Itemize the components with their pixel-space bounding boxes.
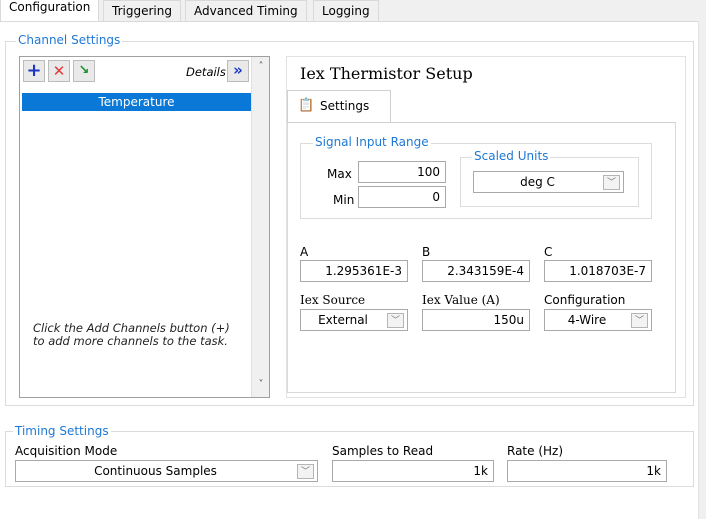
timing-settings-legend: Timing Settings — [13, 424, 111, 438]
add-channels-hint: Click the Add Channels button (+) to add… — [33, 321, 230, 348]
window-scrollbar[interactable] — [698, 21, 706, 519]
x-icon: ✕ — [52, 62, 66, 80]
move-channel-icon: ↘ — [78, 63, 90, 78]
chevron-down-icon[interactable]: ˅ — [255, 379, 267, 390]
coefficient-b-label: B — [422, 245, 431, 259]
signal-input-range-legend: Signal Input Range — [313, 135, 431, 149]
samples-to-read-input[interactable]: 1k — [332, 460, 494, 482]
setup-title: Iex Thermistor Setup — [300, 64, 473, 83]
iex-value-input[interactable]: 150u — [422, 309, 530, 331]
samples-to-read-label: Samples to Read — [332, 444, 434, 458]
acquisition-mode-value: Continuous Samples — [94, 464, 217, 478]
settings-icon: 📋 — [298, 98, 315, 113]
details-label: Details — [186, 65, 226, 79]
configuration-label: Configuration — [544, 293, 626, 307]
plus-icon: + — [26, 60, 42, 81]
configuration-value: 4-Wire — [567, 313, 607, 327]
acquisition-mode-label: Acquisition Mode — [15, 444, 118, 458]
chevron-up-icon[interactable]: ˄ — [255, 61, 267, 72]
tab-logging[interactable]: Logging — [313, 0, 379, 21]
details-button[interactable]: » — [227, 60, 249, 82]
chevron-down-icon[interactable]: ﹀ — [603, 175, 620, 190]
remove-channel-button[interactable]: ✕ — [48, 60, 70, 82]
coefficient-c-input[interactable]: 1.018703E-7 — [544, 260, 652, 282]
iex-value-label: Iex Value (A) — [422, 293, 500, 307]
tab-settings-label: Settings — [320, 99, 370, 113]
coefficient-b-input[interactable]: 2.343159E-4 — [422, 260, 530, 282]
scaled-units-legend: Scaled Units — [472, 149, 551, 163]
tab-triggering[interactable]: Triggering — [103, 0, 181, 21]
iex-source-value: External — [318, 313, 368, 327]
coefficient-a-label: A — [300, 245, 309, 259]
tab-settings[interactable]: 📋 Settings — [287, 90, 391, 123]
rate-input[interactable]: 1k — [507, 460, 667, 482]
max-input[interactable]: 100 — [358, 161, 446, 183]
min-input[interactable]: 0 — [358, 186, 446, 208]
rate-label: Rate (Hz) — [507, 444, 564, 458]
chevron-down-icon[interactable]: ﹀ — [631, 313, 648, 328]
channel-list-scrollbar[interactable]: ˄ ˅ — [251, 57, 269, 397]
move-channel-button[interactable]: ↘ — [73, 60, 95, 82]
tab-advanced-timing[interactable]: Advanced Timing — [185, 0, 307, 21]
coefficient-c-label: C — [544, 245, 553, 259]
chevron-down-icon[interactable]: ﹀ — [387, 313, 404, 328]
scaled-units-value: deg C — [520, 175, 555, 189]
max-label: Max — [327, 167, 352, 181]
tab-configuration[interactable]: Configuration — [0, 0, 100, 22]
channel-settings-legend: Channel Settings — [16, 33, 123, 47]
iex-source-select[interactable]: External ﹀ — [300, 309, 408, 331]
channel-list-item[interactable]: Temperature — [22, 93, 251, 111]
double-chevron-right-icon: » — [233, 61, 243, 79]
scaled-units-select[interactable]: deg C ﹀ — [473, 171, 624, 193]
channel-list[interactable]: + ✕ ↘ Details » Temperature Click the Ad… — [19, 56, 270, 398]
min-label: Min — [333, 193, 355, 207]
coefficient-a-input[interactable]: 1.295361E-3 — [300, 260, 408, 282]
iex-source-label: Iex Source — [300, 293, 366, 307]
configuration-select[interactable]: 4-Wire ﹀ — [544, 309, 652, 331]
chevron-down-icon[interactable]: ﹀ — [297, 464, 314, 479]
add-channel-button[interactable]: + — [23, 60, 45, 82]
acquisition-mode-select[interactable]: Continuous Samples ﹀ — [15, 460, 318, 482]
